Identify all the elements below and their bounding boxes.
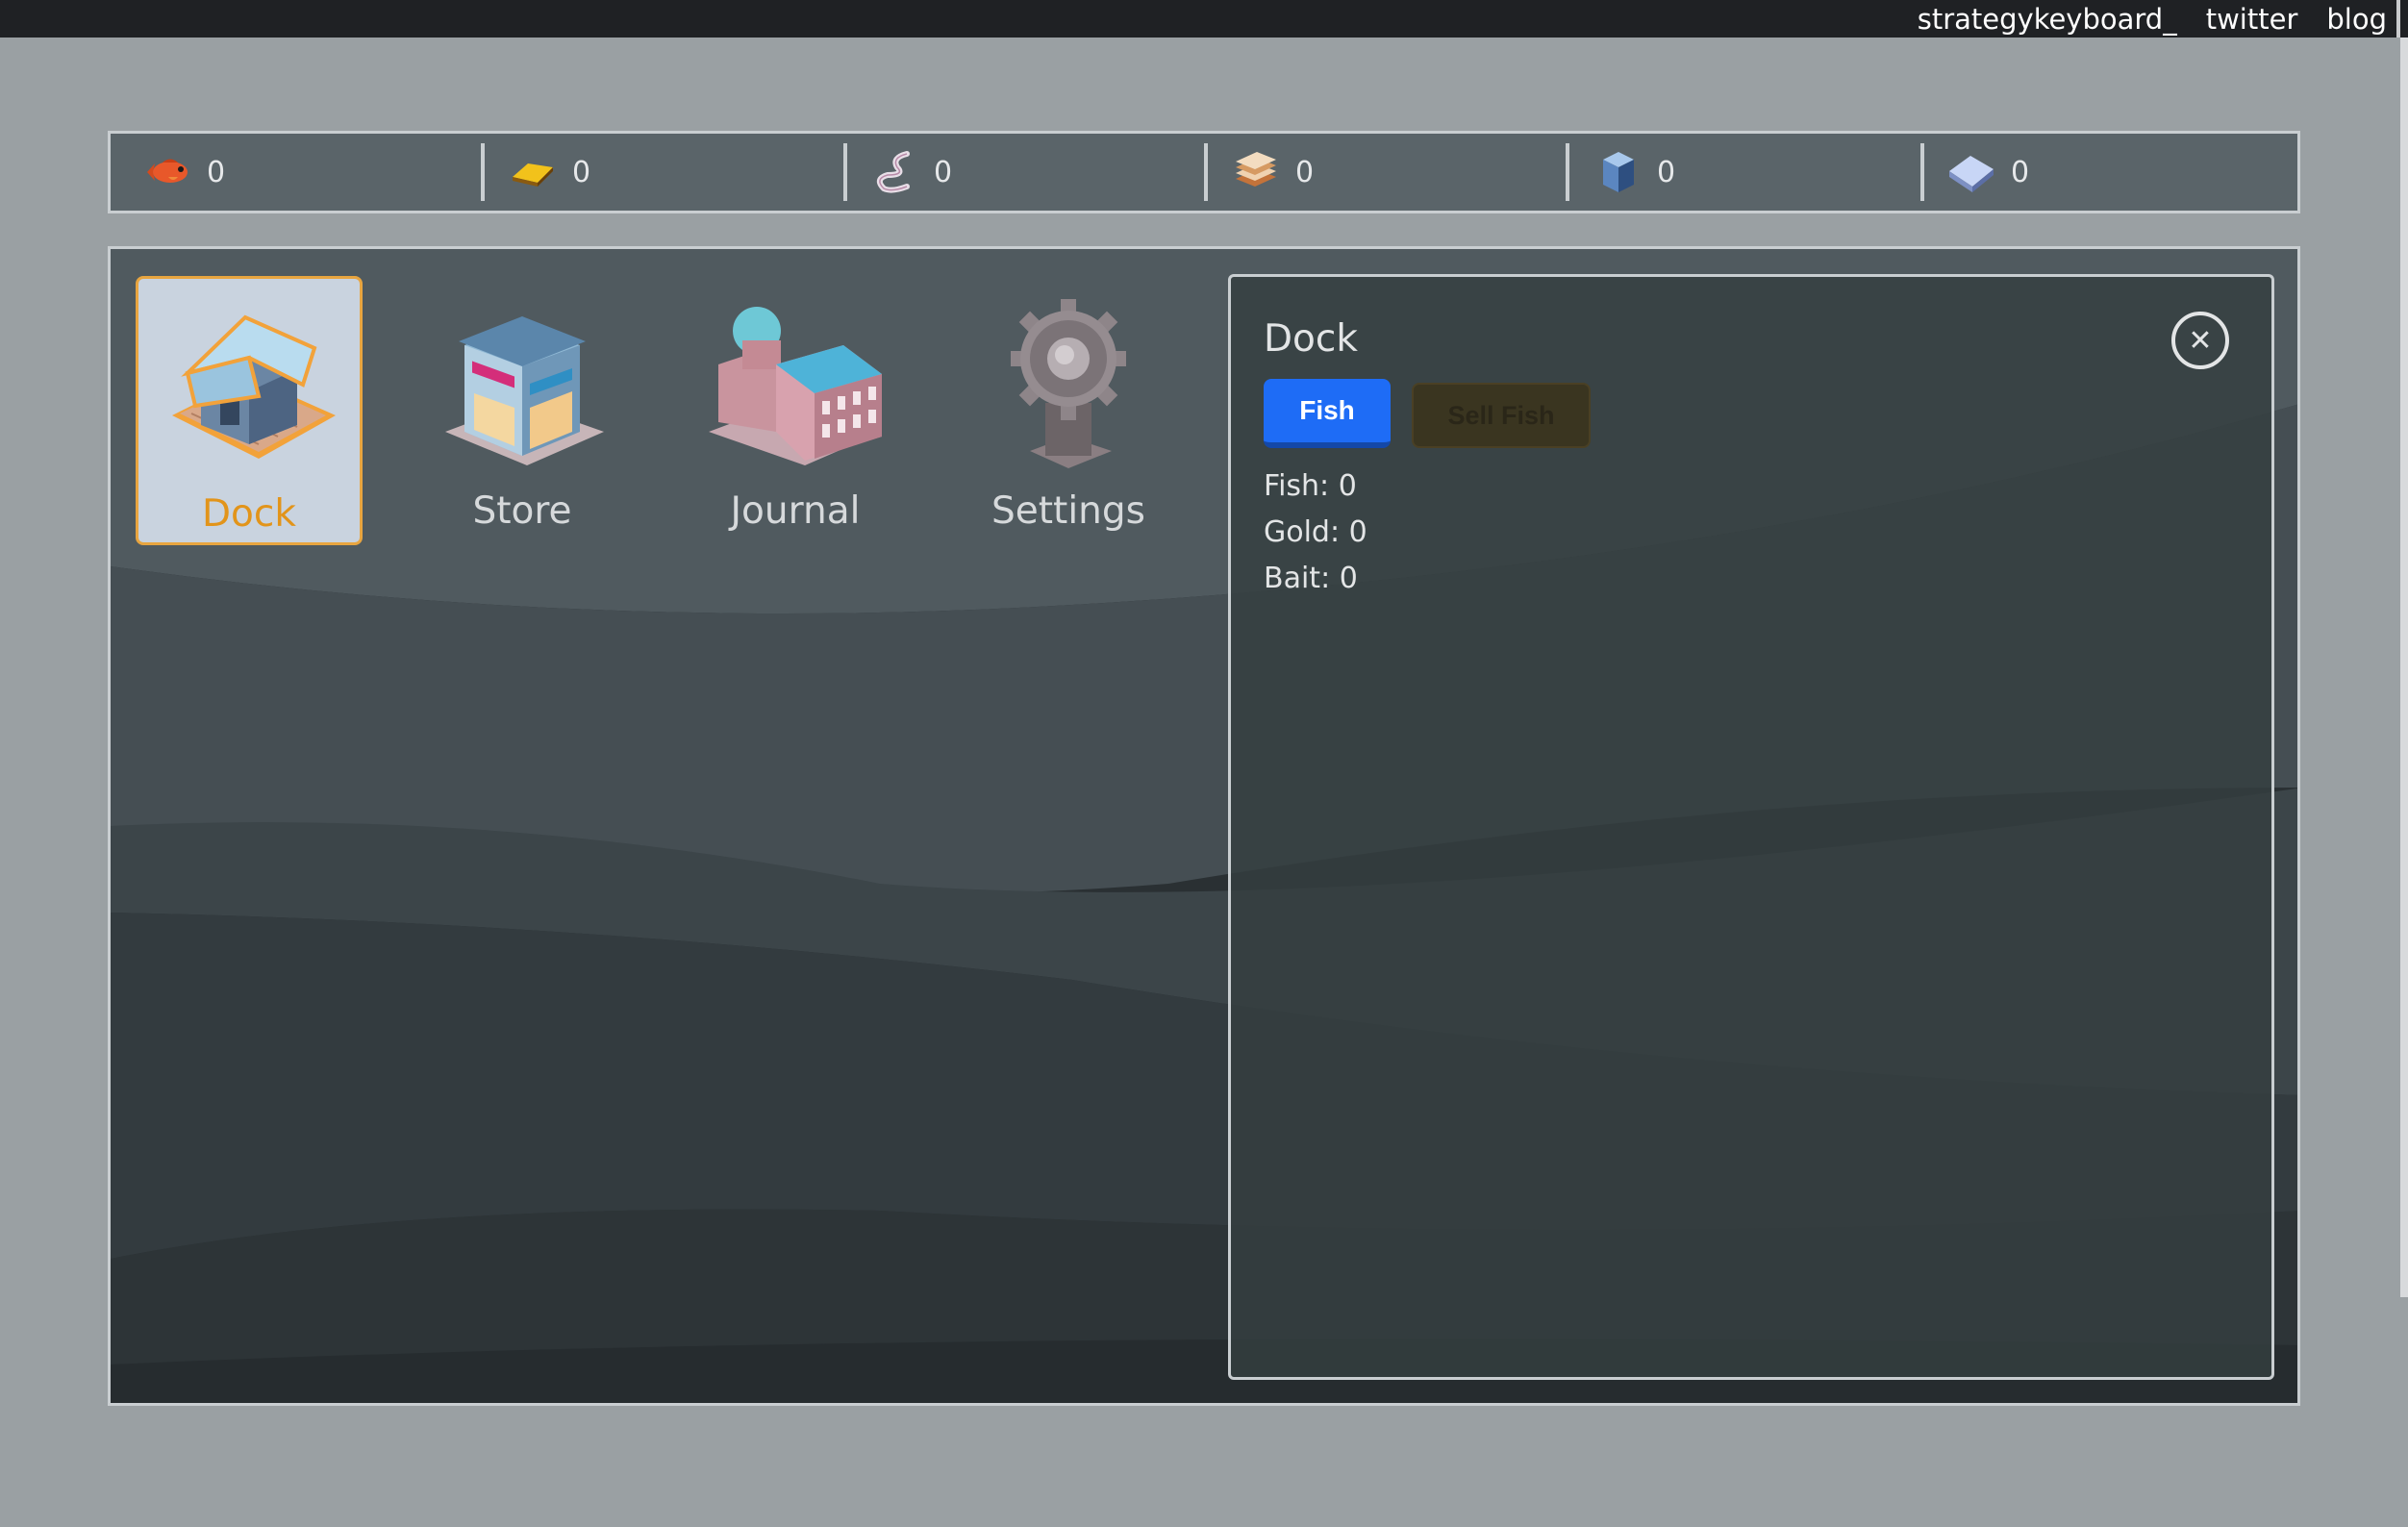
- bait-count: 0: [934, 155, 953, 189]
- cube-count: 0: [1657, 155, 1676, 189]
- resource-bar: 0 0 0 0 0 0: [108, 131, 2300, 213]
- gold-bar-icon: [513, 163, 553, 187]
- worm-bait-icon: [876, 151, 910, 193]
- divider: [1566, 143, 1569, 201]
- divider: [1920, 143, 1924, 201]
- store-building-icon: [445, 316, 604, 465]
- nav-store[interactable]: Store: [409, 276, 636, 545]
- sell-fish-button[interactable]: Sell Fish: [1412, 383, 1591, 448]
- divider: [1204, 143, 1208, 201]
- fish-count: 0: [207, 155, 226, 189]
- settings-gear-icon: [1011, 299, 1126, 468]
- nav-label: Dock: [202, 492, 296, 536]
- journal-building-icon: [709, 307, 882, 465]
- crystal-icon: [1949, 156, 1994, 192]
- blue-cube-icon: [1603, 152, 1634, 192]
- fish-icon: [147, 159, 188, 183]
- bait-stat: Bait: 0: [1264, 562, 1358, 595]
- resource-cube: 0: [1592, 134, 1675, 211]
- fish-stat: Fish: 0: [1264, 469, 1357, 503]
- nav-dock[interactable]: Dock: [136, 276, 363, 545]
- gold-stat: Gold: 0: [1264, 515, 1367, 549]
- gold-count: 0: [572, 155, 591, 189]
- dock-panel: Dock ✕ Fish Sell Fish Fish: 0 Gold: 0 Ba…: [1228, 274, 2274, 1380]
- strategykeyboard-link[interactable]: strategykeyboard_: [1918, 3, 2177, 36]
- resource-fish: 0: [141, 134, 225, 211]
- dock-building-icon: [172, 314, 336, 459]
- scrollbar-edge: [2396, 0, 2400, 38]
- top-bar: strategykeyboard_ twitter blog: [0, 0, 2408, 38]
- resource-crystal: 0: [1945, 134, 2029, 211]
- fish-button[interactable]: Fish: [1264, 379, 1391, 448]
- nav-settings[interactable]: Settings: [955, 276, 1182, 545]
- crystal-count: 0: [2011, 155, 2030, 189]
- resource-bait: 0: [868, 134, 952, 211]
- resource-wood: 0: [1230, 134, 1314, 211]
- wood-count: 0: [1295, 155, 1315, 189]
- divider: [481, 143, 485, 201]
- divider: [843, 143, 847, 201]
- blog-link[interactable]: blog: [2326, 3, 2387, 36]
- twitter-link[interactable]: twitter: [2206, 3, 2298, 36]
- main-scene: Dock Store Journal Settings Dock ✕ Fish …: [108, 246, 2300, 1406]
- nav-label: Settings: [991, 489, 1145, 533]
- wood-planks-icon: [1236, 152, 1276, 187]
- close-icon[interactable]: ✕: [2171, 312, 2229, 369]
- nav-label: Journal: [730, 489, 861, 533]
- nav-journal[interactable]: Journal: [682, 276, 909, 545]
- resource-gold: 0: [507, 134, 590, 211]
- scrollbar[interactable]: [2400, 38, 2408, 1297]
- panel-title: Dock: [1264, 317, 1358, 361]
- nav-label: Store: [472, 489, 572, 533]
